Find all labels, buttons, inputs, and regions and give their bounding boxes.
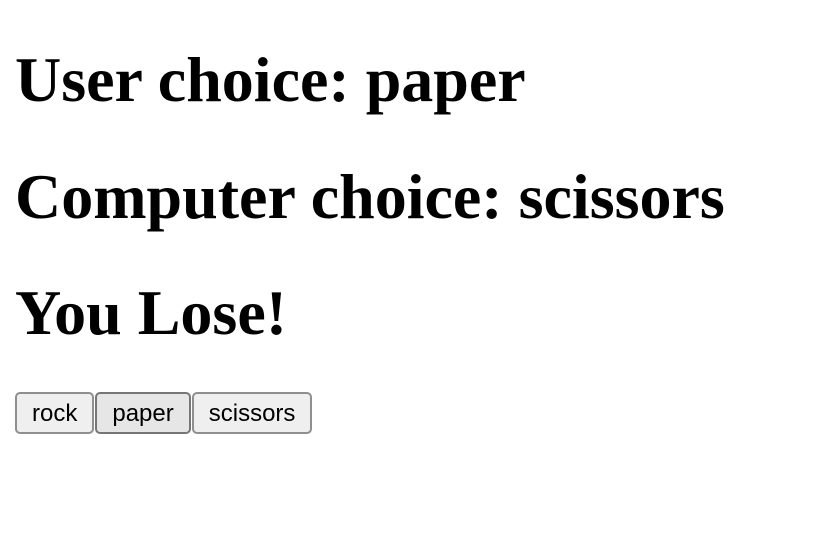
- scissors-button[interactable]: scissors: [191, 392, 313, 434]
- choice-buttons: rock paper scissors: [15, 392, 313, 434]
- result-heading: You Lose!: [15, 277, 288, 348]
- rock-button[interactable]: rock: [15, 392, 95, 434]
- computer-choice-heading: Computer choice: scissors: [15, 161, 725, 232]
- paper-button[interactable]: paper: [95, 392, 191, 434]
- user-choice-heading: User choice: paper: [15, 44, 526, 115]
